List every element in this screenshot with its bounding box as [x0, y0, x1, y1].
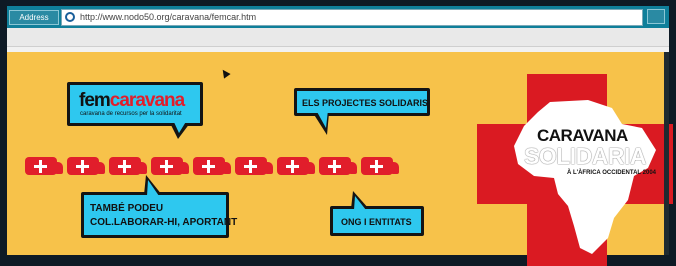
truck-icon[interactable] — [361, 157, 399, 175]
poster-subtitle: À L'ÀFRICA OCCIDENTAL 2004 — [567, 170, 656, 176]
red-cross-icon — [244, 160, 257, 173]
scrollbar[interactable] — [664, 52, 669, 255]
collaborate-line1: TAMBÉ PODEU — [90, 203, 164, 214]
bubble-tail-fill — [147, 180, 159, 196]
address-bar: Address http://www.nodo50.org/caravana/f… — [7, 6, 669, 28]
go-icon[interactable] — [647, 9, 665, 24]
bubble-tail-fill — [354, 196, 366, 210]
femcaravana-logo-bubble[interactable]: femcaravana caravana de recursos per la … — [67, 82, 203, 139]
url-input[interactable]: http://www.nodo50.org/caravana/femcar.ht… — [61, 9, 643, 26]
ie-icon — [65, 12, 75, 22]
red-cross-icon — [34, 160, 47, 173]
projects-label: ELS PROJECTES SOLIDARIS — [302, 98, 429, 108]
toolbar — [7, 28, 669, 47]
truck-icon[interactable] — [319, 157, 357, 175]
red-cross-icon — [118, 160, 131, 173]
truck-icon[interactable] — [25, 157, 63, 175]
projects-bubble[interactable]: ELS PROJECTES SOLIDARIS — [294, 88, 430, 135]
red-cross-icon — [202, 160, 215, 173]
truck-icon[interactable] — [109, 157, 147, 175]
logo-text: femcaravana — [79, 90, 185, 112]
red-cross-icon — [370, 160, 383, 173]
url-text: http://www.nodo50.org/caravana/femcar.ht… — [80, 12, 257, 22]
logo-fem: fem — [79, 90, 111, 111]
address-label: Address — [9, 10, 59, 25]
truck-icon[interactable] — [67, 157, 105, 175]
ngo-label: ONG I ENTITATS — [341, 217, 412, 227]
truck-icon[interactable] — [151, 157, 189, 175]
browser-window: Address http://www.nodo50.org/caravana/f… — [7, 6, 673, 266]
bubble-tail-fill — [173, 120, 187, 133]
truck-strip — [15, 155, 399, 176]
bubble-tail-fill — [316, 110, 328, 128]
red-cross-icon — [160, 160, 173, 173]
africa-map-icon — [514, 100, 656, 254]
logo-caravana: caravana — [109, 90, 185, 111]
ngo-bubble[interactable]: ONG I ENTITATS — [330, 191, 424, 236]
red-cross-icon — [286, 160, 299, 173]
collaborate-bubble[interactable]: TAMBÉ PODEU COL.LABORAR-HI, APORTANT — [81, 175, 237, 238]
red-cross-icon — [328, 160, 341, 173]
poster-title-line2: SOLIDARIA — [524, 143, 647, 169]
truck-icon[interactable] — [193, 157, 231, 175]
truck-icon[interactable] — [277, 157, 315, 175]
collaborate-line2: COL.LABORAR-HI, APORTANT — [90, 217, 238, 228]
red-cross-icon — [76, 160, 89, 173]
logo-subtitle: caravana de recursos per la solidaritat — [80, 111, 182, 117]
truck-icon[interactable] — [235, 157, 273, 175]
